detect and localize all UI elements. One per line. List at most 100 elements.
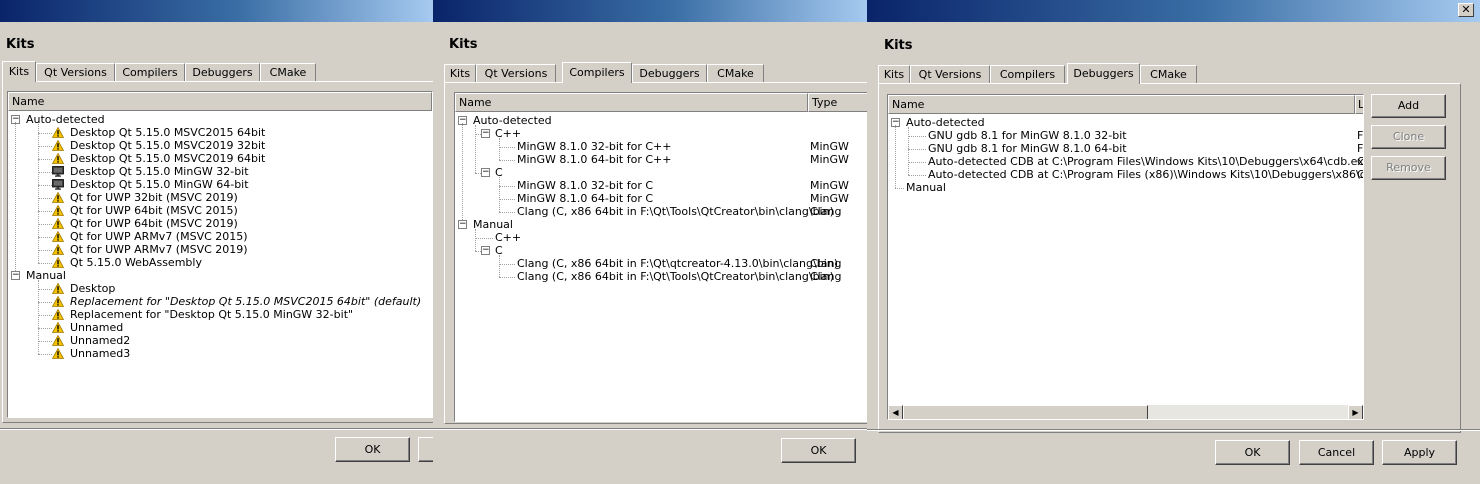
scrollbar-thumb[interactable] xyxy=(903,405,1148,419)
tab-kits[interactable]: Kits xyxy=(878,65,910,83)
column-header-name[interactable]: Name xyxy=(455,93,808,112)
ok-button[interactable]: OK xyxy=(781,438,856,463)
warning-icon xyxy=(52,296,64,307)
tab-debuggers[interactable]: Debuggers xyxy=(1067,63,1140,84)
tree-item-kit[interactable]: Qt 5.15.0 WebAssembly xyxy=(70,256,202,269)
tree-item-kit[interactable]: Desktop Qt 5.15.0 MinGW 32-bit xyxy=(70,165,249,178)
tree-group-auto-detected[interactable]: Auto-detected xyxy=(473,114,552,127)
scroll-right-icon[interactable]: ▶ xyxy=(1348,405,1363,419)
tree-item-kit[interactable]: Desktop Qt 5.15.0 MSVC2019 32bit xyxy=(70,139,265,152)
tab-qt-versions[interactable]: Qt Versions xyxy=(36,63,115,81)
tree-item-kit[interactable]: Unnamed2 xyxy=(70,334,130,347)
tree-item-compiler[interactable]: Clang (C, x86 64bit in F:\Qt\Tools\QtCre… xyxy=(517,205,834,218)
page-heading: Kits xyxy=(6,37,35,52)
warning-icon xyxy=(52,231,64,242)
tree-item-kit[interactable]: Desktop Qt 5.15.0 MSVC2019 64bit xyxy=(70,152,265,165)
add-button[interactable]: Add xyxy=(1371,94,1446,118)
column-header-name[interactable]: Name xyxy=(888,95,1355,114)
clone-button[interactable]: Clone xyxy=(1371,125,1446,149)
tree-item-debugger[interactable]: GNU gdb 8.1 for MinGW 8.1.0 64-bit xyxy=(928,142,1127,155)
page-heading: Kits xyxy=(449,37,478,52)
debugger-location: C xyxy=(1357,155,1364,168)
remove-button[interactable]: Remove xyxy=(1371,156,1446,180)
tree-item-debugger[interactable]: GNU gdb 8.1 for MinGW 8.1.0 32-bit xyxy=(928,129,1127,142)
monitor-icon xyxy=(52,166,64,177)
tree-item-compiler[interactable]: Clang (C, x86 64bit in F:\Qt\qtcreator-4… xyxy=(517,257,838,270)
tab-debuggers[interactable]: Debuggers xyxy=(632,64,707,82)
column-header-name[interactable]: Name xyxy=(8,92,432,111)
tab-qt-versions[interactable]: Qt Versions xyxy=(910,65,990,83)
column-header-type[interactable]: Type xyxy=(808,93,867,112)
collapse-icon[interactable]: − xyxy=(11,271,20,280)
tab-compilers[interactable]: Compilers xyxy=(562,62,632,83)
tree-group-cpp[interactable]: C++ xyxy=(495,231,521,244)
tree-item-compiler[interactable]: Clang (C, x86 64bit in F:\Qt\Tools\QtCre… xyxy=(517,270,834,283)
tree-item-kit[interactable]: Qt for UWP 32bit (MSVC 2019) xyxy=(70,191,238,204)
title-bar[interactable] xyxy=(433,0,868,22)
title-bar[interactable]: ✕ xyxy=(867,0,1480,22)
warning-icon xyxy=(52,283,64,294)
compiler-type: MinGW xyxy=(810,179,849,192)
tree-item-kit[interactable]: Replacement for "Desktop Qt 5.15.0 MinGW… xyxy=(70,308,353,321)
tree-group-manual[interactable]: Manual xyxy=(26,269,66,282)
tree-item-kit[interactable]: Unnamed3 xyxy=(70,347,130,360)
collapse-icon[interactable]: − xyxy=(481,246,490,255)
ok-button[interactable]: OK xyxy=(1215,440,1290,465)
debuggers-tree[interactable]: Name L − Auto-detected GNU gdb 8.1 for Min… xyxy=(887,94,1364,420)
collapse-icon[interactable]: − xyxy=(481,129,490,138)
tree-group-manual[interactable]: Manual xyxy=(906,181,946,194)
column-header-location[interactable]: L xyxy=(1355,95,1363,114)
collapse-icon[interactable]: − xyxy=(481,168,490,177)
compilers-tree[interactable]: Name Type − Auto-detected − C++ MinGW 8.1.0 … xyxy=(454,92,868,422)
tab-bar: Kits Qt Versions Compilers Debuggers CMa… xyxy=(444,62,864,83)
tree-group-auto-detected[interactable]: Auto-detected xyxy=(906,116,985,129)
tab-cmake[interactable]: CMake xyxy=(707,64,764,82)
tree-item-kit[interactable]: Unnamed xyxy=(70,321,123,334)
warning-icon xyxy=(52,205,64,216)
kits-dialog-debuggers-tab: ✕ Kits Kits Qt Versions Compilers Debugg… xyxy=(867,0,1480,484)
horizontal-scrollbar[interactable]: ◀ ▶ xyxy=(888,405,1363,419)
compiler-type: Clang xyxy=(810,257,842,270)
tree-item-compiler[interactable]: MinGW 8.1.0 64-bit for C xyxy=(517,192,653,205)
tree-item-kit[interactable]: Replacement for "Desktop Qt 5.15.0 MSVC2… xyxy=(70,295,421,308)
ok-button[interactable]: OK xyxy=(335,437,410,462)
tab-compilers[interactable]: Compilers xyxy=(115,63,185,81)
tab-qt-versions[interactable]: Qt Versions xyxy=(476,64,556,82)
tree-group-manual[interactable]: Manual xyxy=(473,218,513,231)
tab-kits[interactable]: Kits xyxy=(2,61,36,82)
title-bar[interactable] xyxy=(0,0,433,22)
tab-kits[interactable]: Kits xyxy=(444,64,476,82)
cancel-button[interactable]: Cancel xyxy=(1299,440,1374,465)
cancel-button-partial[interactable] xyxy=(418,437,433,462)
collapse-icon[interactable]: − xyxy=(458,220,467,229)
tab-panel: Name − Auto-detected Desktop Qt 5.15.0 MSV… xyxy=(2,81,433,423)
tree-item-kit[interactable]: Qt for UWP 64bit (MSVC 2019) xyxy=(70,217,238,230)
warning-icon xyxy=(52,348,64,359)
compiler-type: MinGW xyxy=(810,192,849,205)
tab-compilers[interactable]: Compilers xyxy=(990,65,1065,83)
tree-item-debugger[interactable]: Auto-detected CDB at C:\Program Files\Wi… xyxy=(928,155,1363,168)
tree-item-kit[interactable]: Desktop Qt 5.15.0 MSVC2015 64bit xyxy=(70,126,265,139)
kits-dialog-compilers-tab: Kits Kits Qt Versions Compilers Debugger… xyxy=(433,0,868,484)
tab-bar: Kits Qt Versions Compilers Debuggers CMa… xyxy=(2,61,432,82)
debugger-location: F xyxy=(1357,129,1364,142)
tab-cmake[interactable]: CMake xyxy=(260,63,316,81)
tree-item-kit[interactable]: Desktop Qt 5.15.0 MinGW 64-bit xyxy=(70,178,249,191)
tab-debuggers[interactable]: Debuggers xyxy=(185,63,260,81)
tree-item-kit[interactable]: Qt for UWP ARMv7 (MSVC 2019) xyxy=(70,243,248,256)
tree-item-kit[interactable]: Qt for UWP 64bit (MSVC 2015) xyxy=(70,204,238,217)
tree-item-compiler[interactable]: MinGW 8.1.0 32-bit for C xyxy=(517,179,653,192)
tree-item-kit[interactable]: Desktop xyxy=(70,282,115,295)
apply-button[interactable]: Apply xyxy=(1382,440,1457,465)
tree-item-debugger[interactable]: Auto-detected CDB at C:\Program Files (x… xyxy=(928,168,1363,181)
tree-item-compiler[interactable]: MinGW 8.1.0 32-bit for C++ xyxy=(517,140,671,153)
tab-cmake[interactable]: CMake xyxy=(1140,65,1197,83)
tree-item-kit[interactable]: Qt for UWP ARMv7 (MSVC 2015) xyxy=(70,230,248,243)
warning-icon xyxy=(52,257,64,268)
scroll-left-icon[interactable]: ◀ xyxy=(888,405,903,419)
close-icon[interactable]: ✕ xyxy=(1458,3,1474,17)
tree-item-compiler[interactable]: MinGW 8.1.0 64-bit for C++ xyxy=(517,153,671,166)
warning-icon xyxy=(52,244,64,255)
kits-tree[interactable]: Name − Auto-detected Desktop Qt 5.15.0 MSV… xyxy=(7,91,433,418)
warning-icon xyxy=(52,153,64,164)
